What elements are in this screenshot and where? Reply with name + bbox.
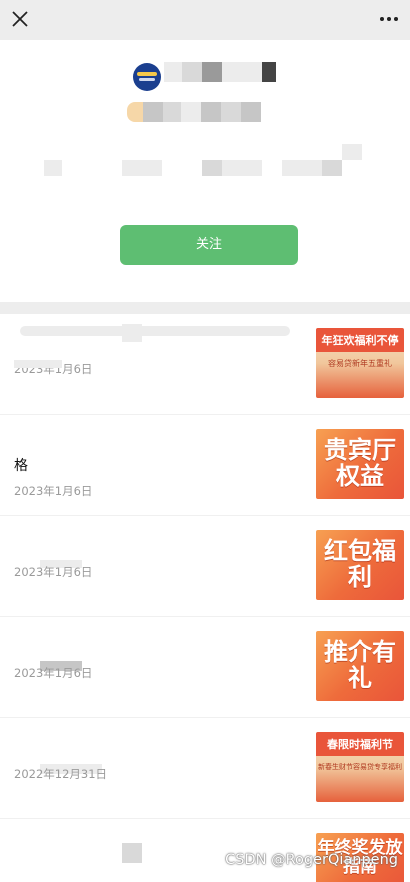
account-info-blur	[143, 102, 163, 122]
account-info-blur	[163, 102, 181, 122]
account-desc-blur	[202, 160, 222, 176]
close-icon[interactable]	[10, 9, 30, 29]
thumbnail-subtext: 容易贷新年五重礼	[328, 359, 392, 368]
watermark: CSDN @RogerQianpeng	[225, 852, 398, 868]
account-desc-blur	[122, 160, 162, 176]
thumbnail-subtext: 新春生财节容易贷专享福利	[318, 763, 402, 771]
article-thumbnail: 红包福利	[316, 530, 404, 600]
article-thumbnail: 年狂欢福利不停 容易贷新年五重礼	[316, 328, 404, 398]
article-title: 格	[14, 458, 28, 474]
section-divider	[0, 302, 410, 314]
article-thumbnail: 推介有礼	[316, 631, 404, 701]
article-thumbnail: 贵宾厅权益	[316, 429, 404, 499]
account-name-blur	[202, 62, 222, 82]
follow-button[interactable]: 关注	[120, 225, 298, 265]
article-title-blur	[122, 324, 142, 342]
account-profile: 关注	[0, 40, 410, 302]
article-date: 2023年1月6日	[14, 565, 93, 579]
top-bar	[0, 0, 410, 40]
article-item[interactable]: 2023年1月6日 红包福利	[0, 516, 410, 617]
article-title-blur	[122, 843, 142, 863]
article-date: 2023年1月6日	[14, 666, 93, 680]
account-info-blur	[221, 102, 241, 122]
account-desc-blur	[342, 144, 362, 160]
account-info-blur	[201, 102, 221, 122]
account-desc-blur	[222, 160, 262, 176]
thumbnail-headline: 年狂欢福利不停	[321, 334, 399, 347]
article-date-blur	[14, 360, 62, 368]
thumbnail-headline: 贵宾厅权益	[324, 436, 396, 490]
article-date: 2023年1月6日	[14, 484, 93, 498]
bank-logo-icon[interactable]	[133, 63, 161, 91]
article-thumbnail: 春限时福利节 新春生财节容易贷专享福利	[316, 732, 404, 802]
article-title-blur	[20, 326, 290, 336]
article-date: 2022年12月31日	[14, 767, 108, 781]
article-item[interactable]: 2023年1月6日 年狂欢福利不停 容易贷新年五重礼	[0, 314, 410, 415]
account-desc-blur	[44, 160, 62, 176]
account-name-blur	[164, 62, 182, 82]
thumbnail-headline: 推介有礼	[324, 638, 396, 692]
account-info-blur	[181, 102, 201, 122]
account-desc-blur	[282, 160, 322, 176]
more-icon[interactable]	[378, 9, 400, 29]
account-name-blur	[222, 62, 262, 82]
article-item[interactable]: 2022年12月31日 春限时福利节 新春生财节容易贷专享福利	[0, 718, 410, 819]
article-item[interactable]: 2023年1月6日 推介有礼	[0, 617, 410, 718]
account-info-blur	[127, 102, 143, 122]
account-name-blur	[262, 62, 276, 82]
thumbnail-headline: 春限时福利节	[327, 738, 393, 751]
account-desc-blur	[322, 160, 342, 176]
account-info-blur	[241, 102, 261, 122]
article-item[interactable]: 格 2023年1月6日 贵宾厅权益	[0, 415, 410, 516]
account-name-blur	[182, 62, 202, 82]
article-item[interactable]: 年终奖发放指南	[0, 819, 410, 882]
thumbnail-headline: 红包福利	[324, 537, 396, 591]
